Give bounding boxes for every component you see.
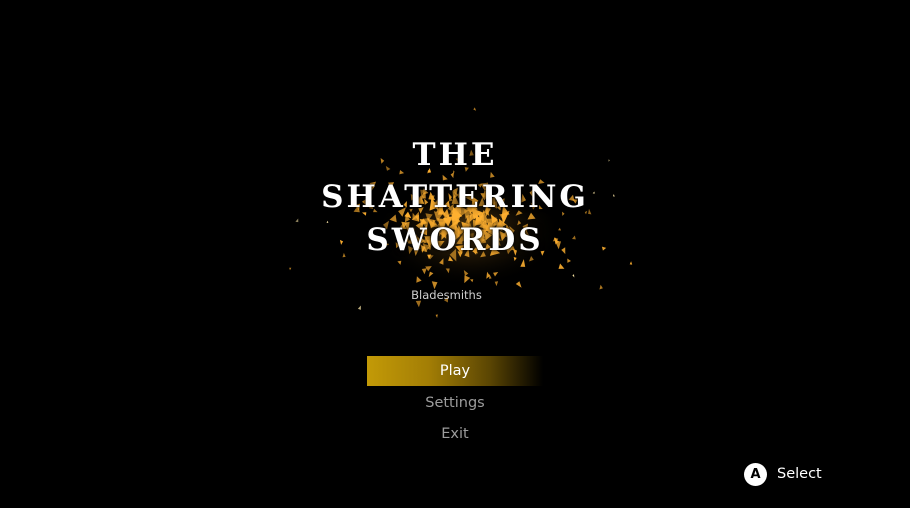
spark (629, 261, 633, 265)
studio-name: Bladesmiths (411, 288, 482, 302)
spark (450, 172, 454, 179)
title-screen: THE SHATTERING SWORDS Bladesmiths Play S… (0, 0, 910, 508)
menu-settings-button[interactable]: Settings (367, 388, 543, 418)
spark (567, 258, 571, 263)
menu-play-button[interactable]: Play (367, 356, 543, 386)
a-button-icon: A (744, 462, 767, 486)
spark (558, 263, 565, 269)
select-hint: A Select (744, 462, 822, 486)
spark (435, 314, 438, 318)
game-title-line-3: SWORDS (366, 222, 544, 258)
spark (515, 281, 522, 288)
menu-exit-button[interactable]: Exit (367, 419, 543, 449)
spark (473, 107, 477, 111)
spark (572, 274, 575, 278)
game-title-line-1: THE (412, 137, 498, 173)
spark (357, 305, 361, 310)
spark (289, 267, 292, 271)
select-hint-label: Select (777, 466, 822, 482)
game-title-line-2: SHATTERING (321, 179, 589, 215)
